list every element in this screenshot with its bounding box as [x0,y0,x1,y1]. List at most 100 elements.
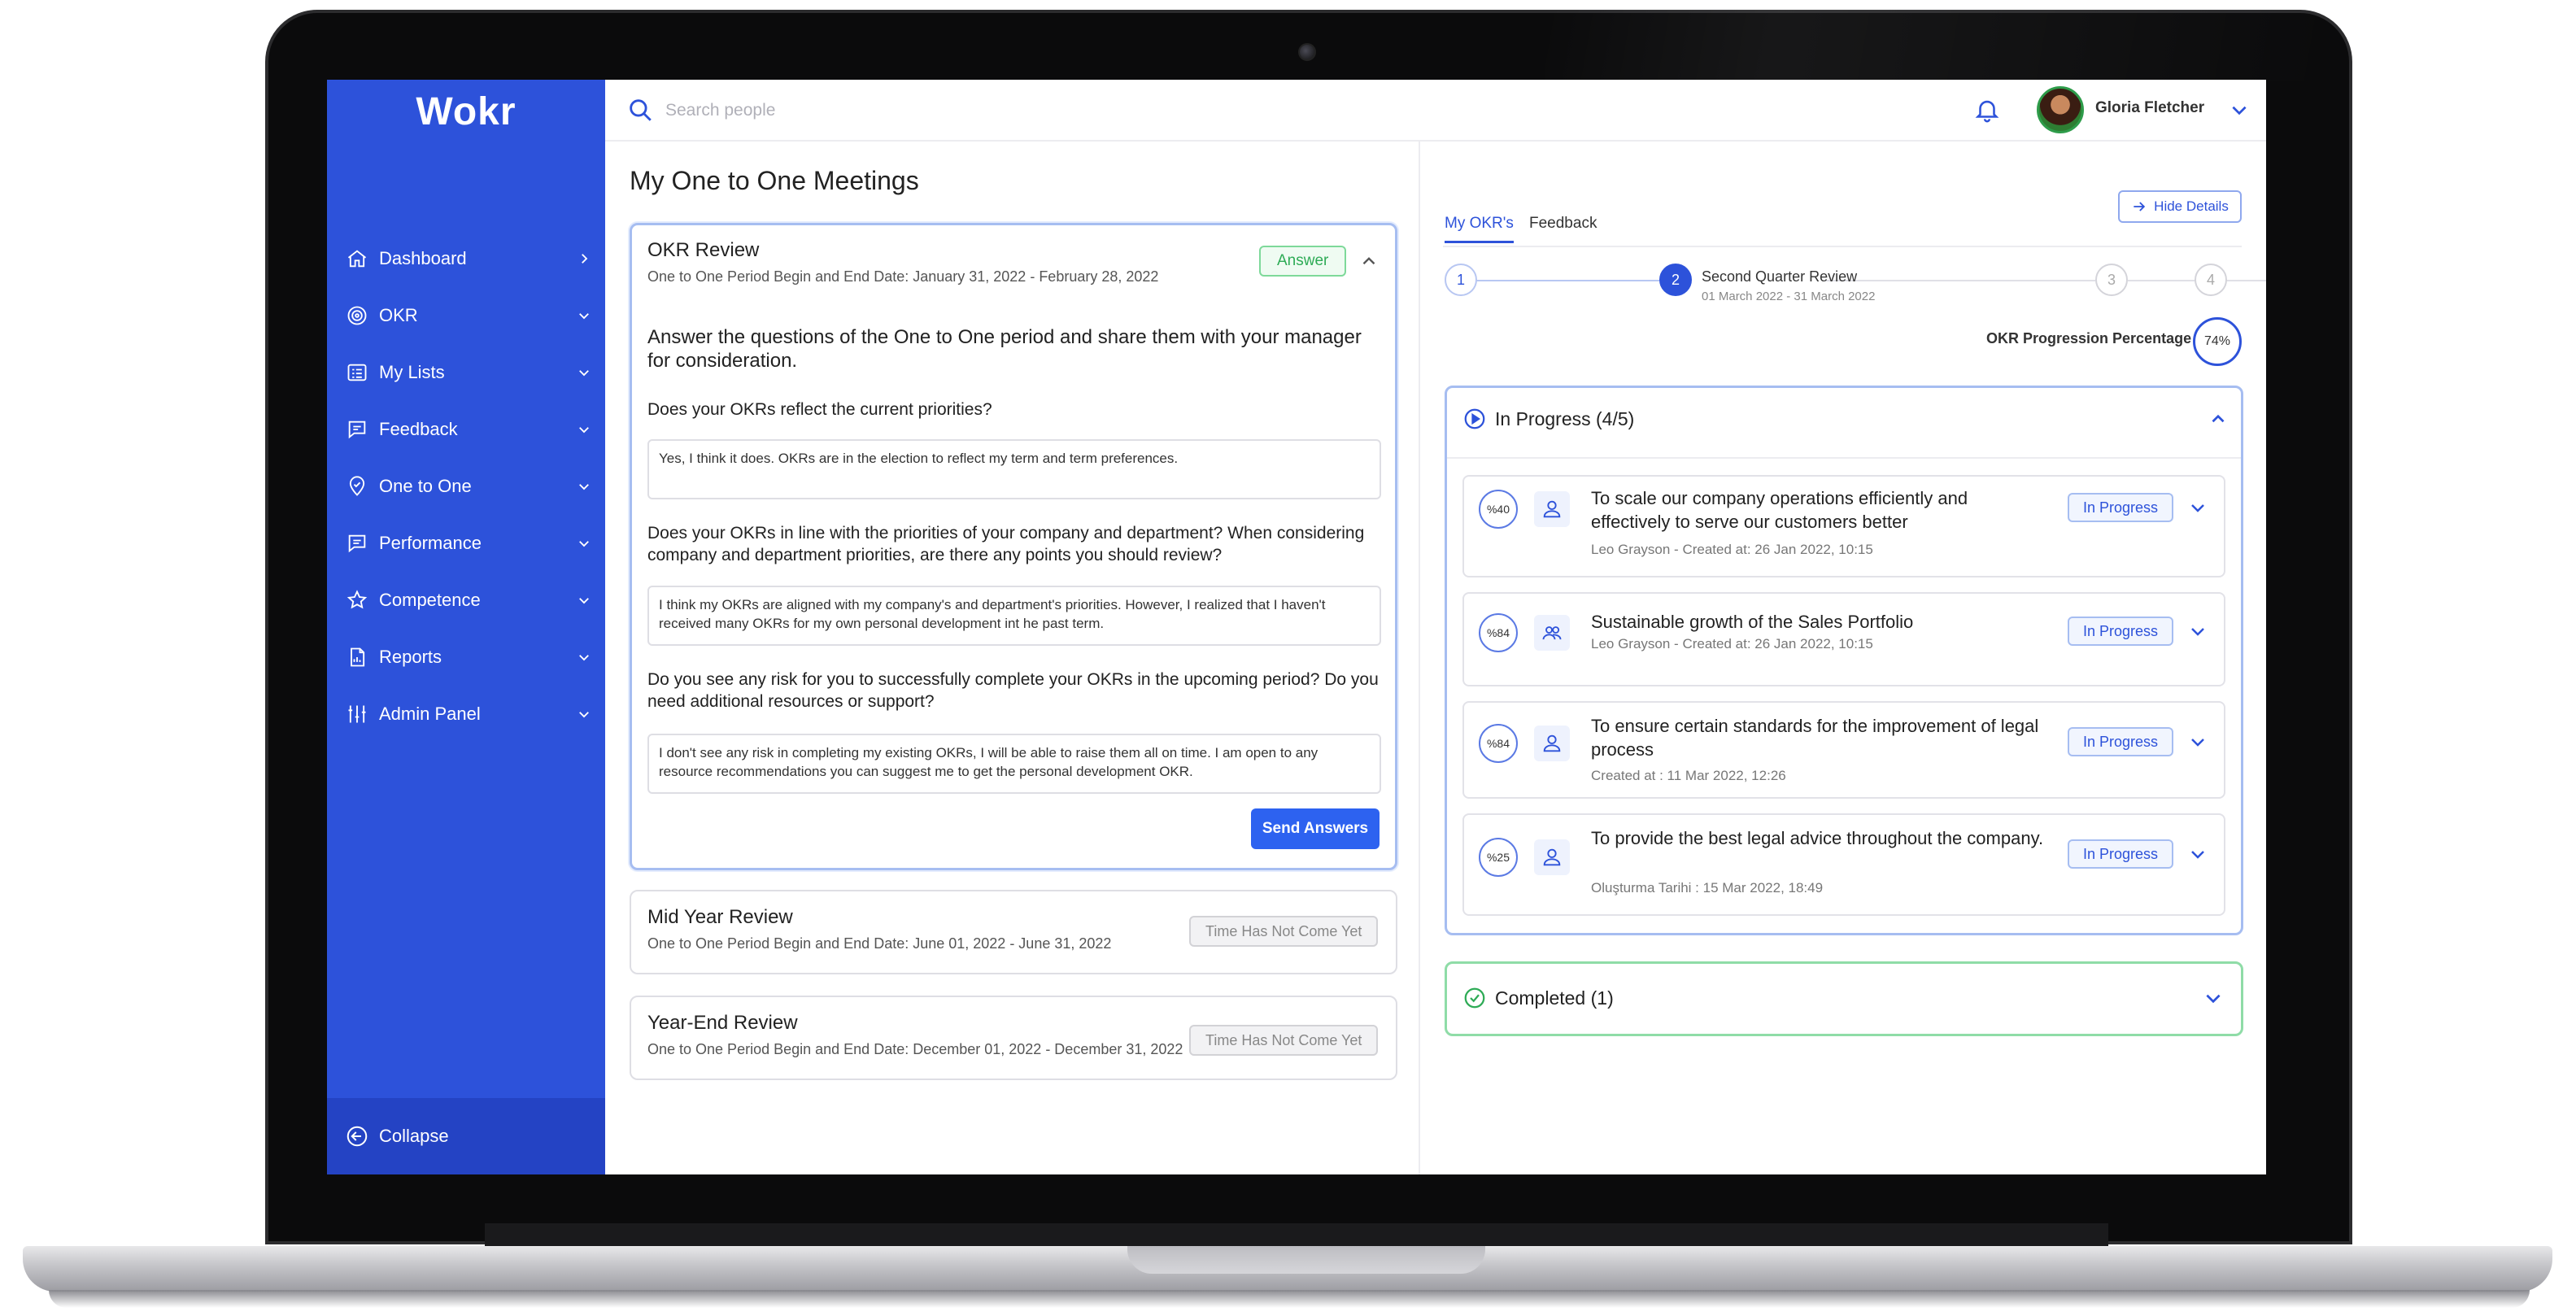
chevron-up-icon[interactable] [1358,251,1380,272]
sidebar-item-my-lists[interactable]: My Lists [345,353,594,392]
meeting-period: One to One Period Begin and End Date: Ju… [647,935,1112,952]
search-icon[interactable] [626,96,654,124]
arrow-right-icon [2134,202,2146,211]
collapse-icon [347,1126,368,1147]
section-divider [1447,457,2241,459]
sidebar-item-label: Admin Panel [379,704,481,724]
collapse-button[interactable]: Collapse [327,1098,605,1174]
sidebar-item-performance[interactable]: Performance [345,524,594,563]
chevron-down-icon[interactable] [2188,732,2208,752]
meeting-intro: Answer the questions of the One to One p… [647,326,1362,372]
okr-title: To provide the best legal advice through… [1591,828,2044,848]
top-bar: Gloria Fletcher [605,80,2266,142]
completed-title: Completed (1) [1495,987,1614,1009]
tab-my-okrs[interactable]: My OKR's [1445,215,1514,243]
answer-field-3[interactable]: I don't see any risk in completing my ex… [647,734,1381,794]
status-badge: Time Has Not Come Yet [1189,1025,1379,1056]
laptop-hinge [485,1223,2108,1248]
chevron-down-icon [574,477,594,496]
okr-title: To scale our company operations efficien… [1591,488,1968,532]
okr-title: To ensure certain standards for the impr… [1591,716,2039,760]
step-4[interactable]: 4 [2195,264,2227,296]
page-title: My One to One Meetings [630,166,919,195]
step-connector [1475,280,1659,281]
meeting-title: Year-End Review [647,1012,798,1034]
search-input[interactable] [665,94,1153,127]
app-logo[interactable]: Wokr [327,89,605,134]
chevron-down-icon [574,704,594,724]
chevron-down-icon[interactable] [2229,99,2250,120]
play-circle-icon [1464,408,1485,429]
sidebar-item-dashboard[interactable]: Dashboard [345,239,594,278]
hide-details-label: Hide Details [2154,198,2229,214]
status-badge[interactable]: In Progress [2068,727,2173,756]
okr-percent: %84 [1479,613,1518,652]
sidebar-item-admin-panel[interactable]: Admin Panel [345,695,594,734]
laptop-shadow [49,1290,2530,1308]
send-answers-button[interactable]: Send Answers [1251,808,1380,849]
answer-field-1[interactable]: Yes, I think it does. OKRs are in the el… [647,439,1381,499]
panel-divider [1419,142,1420,1174]
progress-label: OKR Progression Percentage [1986,330,2192,346]
report-icon [345,645,369,669]
meeting-period: One to One Period Begin and End Date: Ja… [647,268,1159,285]
okr-meta: Leo Grayson - Created at: 26 Jan 2022, 1… [1591,542,1873,557]
chevron-down-icon[interactable] [2188,844,2208,864]
chart-message-icon [345,531,369,556]
okr-percent: %25 [1479,838,1518,877]
in-progress-title: In Progress (4/5) [1495,407,1635,429]
hide-details-button[interactable]: Hide Details [2118,190,2242,223]
completed-header[interactable]: Completed (1) [1462,986,1614,1010]
question-2: Does your OKRs in line with the prioriti… [647,524,1365,564]
target-icon [345,303,369,328]
chevron-down-icon [574,420,594,439]
sidebar-item-label: OKR [379,305,418,325]
camera [1298,43,1316,61]
okr-meta: Created at : 11 Mar 2022, 12:26 [1591,768,1786,783]
answer-badge[interactable]: Answer [1259,246,1347,277]
collapse-label: Collapse [379,1126,449,1146]
sidebar-item-one-to-one[interactable]: One to One [345,467,594,506]
meeting-title: OKR Review [647,239,760,261]
location-pin-icon [345,474,369,499]
meeting-title: Mid Year Review [647,906,793,928]
okr-meta: Oluşturma Tarihi : 15 Mar 2022, 18:49 [1591,880,1824,895]
notification-bell-icon[interactable] [1973,96,2001,124]
status-badge[interactable]: In Progress [2068,617,2173,646]
sidebar-item-label: Feedback [379,419,458,439]
step-2[interactable]: 2 [1659,264,1692,296]
step-date: 01 March 2022 - 31 March 2022 [1702,290,1876,303]
sidebar-item-okr[interactable]: OKR [345,296,594,335]
step-title: Second Quarter Review [1702,268,1858,285]
sidebar-item-label: Dashboard [379,248,467,268]
chevron-down-icon [574,590,594,610]
sidebar-item-label: My Lists [379,362,445,382]
answer-field-2[interactable]: I think my OKRs are aligned with my comp… [647,586,1381,646]
tab-feedback[interactable]: Feedback [1529,215,1597,233]
chevron-down-icon[interactable] [2203,987,2224,1009]
status-badge[interactable]: In Progress [2068,493,2173,522]
step-3[interactable]: 3 [2095,264,2128,296]
check-circle-icon [1464,987,1485,1009]
step-1[interactable]: 1 [1445,264,1477,296]
sidebar-item-competence[interactable]: Competence [345,581,594,620]
avatar[interactable] [2037,86,2084,133]
sidebar-item-reports[interactable]: Reports [345,638,594,677]
okr-title: Sustainable growth of the Sales Portfoli… [1591,612,1914,632]
user-name[interactable]: Gloria Fletcher [2095,99,2204,117]
question-1: Does your OKRs reflect the current prior… [647,400,992,419]
chevron-down-icon [574,534,594,553]
sidebar-item-feedback[interactable]: Feedback [345,410,594,449]
question-3: Do you see any risk for you to successfu… [647,670,1379,711]
status-badge[interactable]: In Progress [2068,839,2173,869]
chevron-down-icon [574,647,594,667]
chevron-up-icon[interactable] [2208,408,2229,429]
chevron-right-icon [574,249,594,268]
home-icon [345,246,369,271]
chevron-down-icon [574,363,594,382]
user-icon [1534,491,1570,527]
step-connector [1825,280,2095,281]
chevron-down-icon[interactable] [2188,621,2208,641]
chevron-down-icon[interactable] [2188,498,2208,517]
in-progress-header[interactable]: In Progress (4/5) [1462,407,1634,431]
